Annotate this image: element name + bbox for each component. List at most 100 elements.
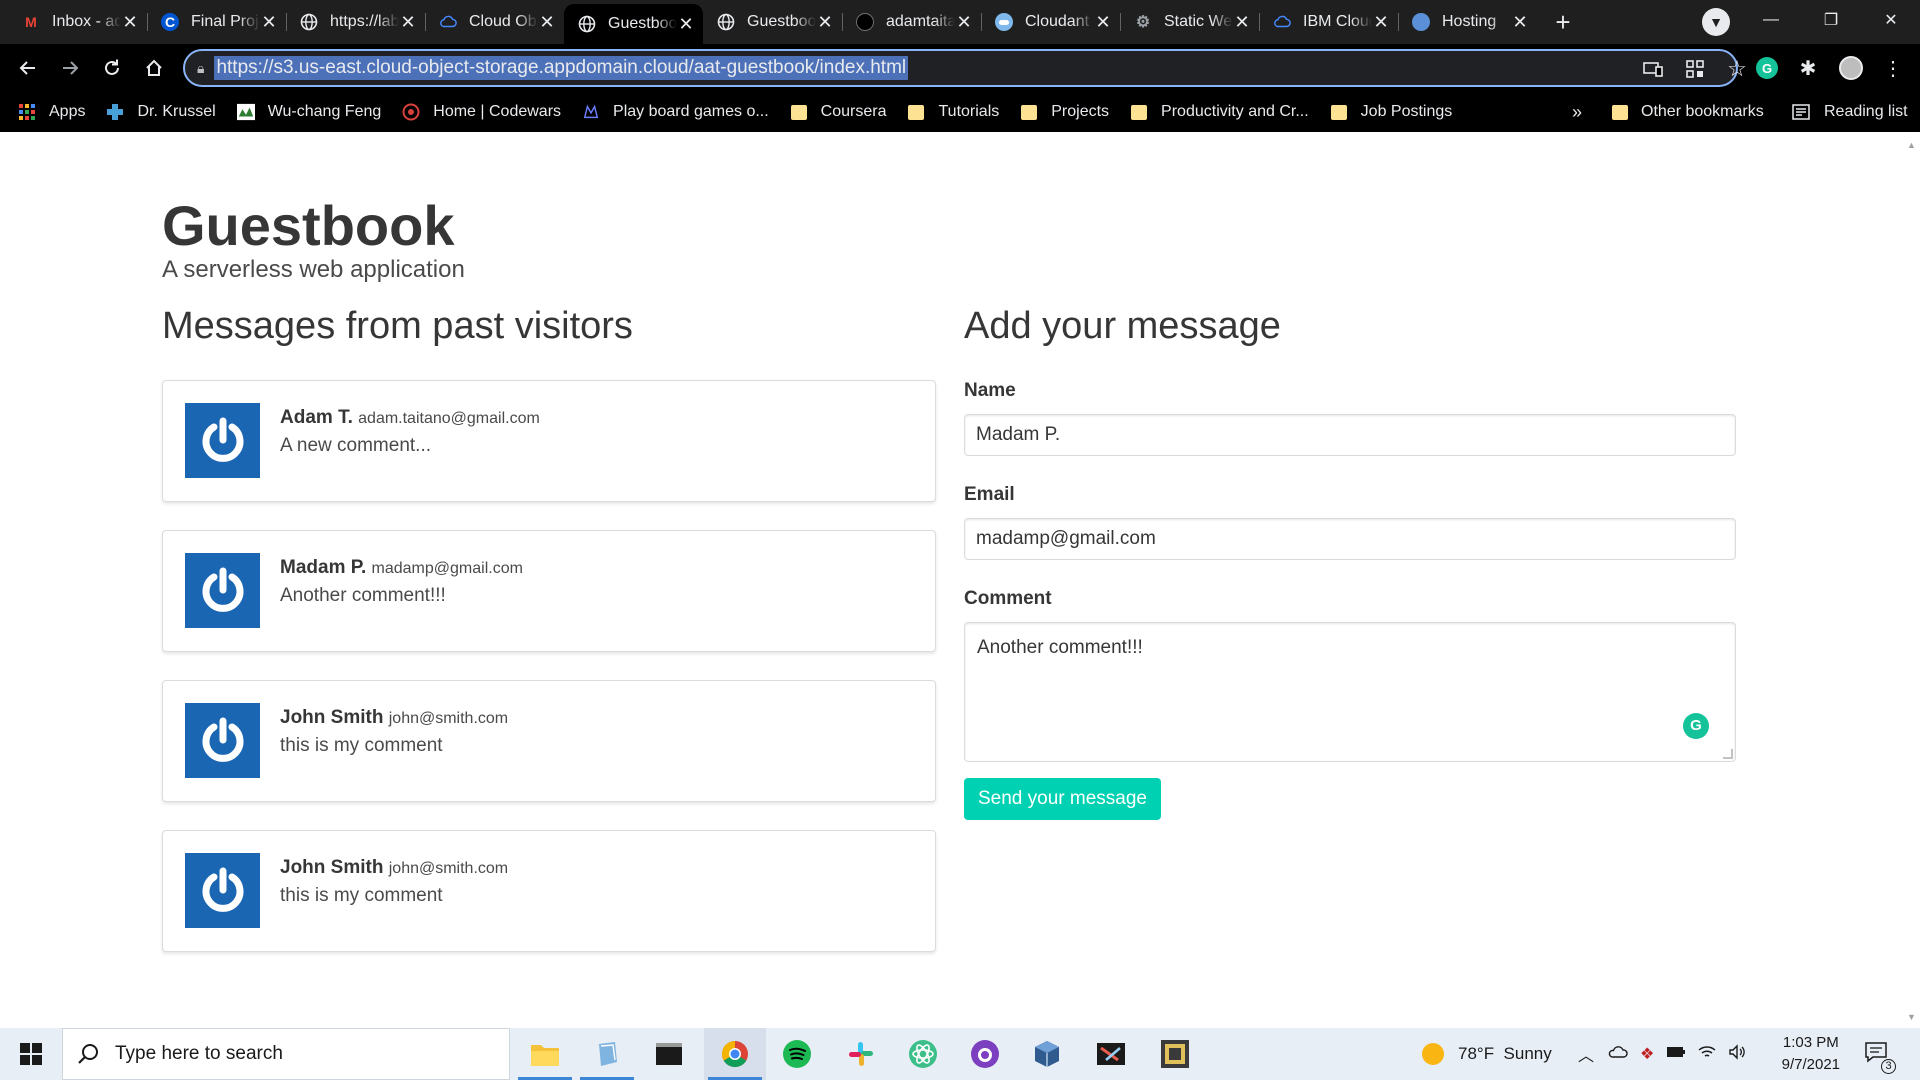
tab-static-website[interactable]: ⚙ Static Website ✕	[1120, 4, 1259, 40]
quartus-app[interactable]	[1144, 1028, 1206, 1080]
bookmark-star-icon[interactable]: ☆	[1717, 51, 1757, 87]
notepad-app[interactable]	[576, 1028, 638, 1080]
grammarly-icon[interactable]: G	[1683, 712, 1709, 739]
bookmark-coursera[interactable]: Coursera	[790, 103, 887, 121]
atom-app[interactable]	[892, 1028, 954, 1080]
bookmark-codewars[interactable]: Home | Codewars	[402, 103, 561, 121]
battery-icon[interactable]	[1666, 1045, 1686, 1063]
close-icon[interactable]: ✕	[260, 12, 278, 33]
send-message-button[interactable]: Send your message	[964, 777, 1161, 820]
tab-github[interactable]: adamtaitano ✕	[842, 4, 981, 40]
bookmark-job-postings[interactable]: Job Postings	[1330, 103, 1452, 121]
tray-chevron-up-icon[interactable]: ︿	[1578, 1042, 1594, 1066]
menu-kebab-icon[interactable]: ⋮	[1880, 55, 1906, 81]
bookmark-wu-chang-feng[interactable]: Wu-chang Feng	[236, 103, 381, 121]
restore-icon[interactable]: ❐	[1802, 0, 1860, 40]
message-text: this is my comment	[280, 735, 443, 757]
git-bash-app[interactable]	[1080, 1028, 1142, 1080]
folder-icon	[1020, 103, 1038, 121]
file-explorer-app[interactable]	[514, 1028, 576, 1080]
reading-list-label: Reading list	[1824, 103, 1908, 120]
extensions-puzzle-icon[interactable]: ✱	[1795, 55, 1821, 81]
tab-ibm-cloud[interactable]: IBM Cloud ✕	[1259, 4, 1398, 40]
close-icon[interactable]: ✕	[399, 12, 417, 33]
weather-widget[interactable]: 78°F Sunny	[1422, 1028, 1552, 1080]
bookmark-tutorials[interactable]: Tutorials	[907, 103, 999, 121]
profile-avatar[interactable]	[1838, 55, 1864, 81]
close-icon[interactable]: ✕	[121, 12, 139, 33]
close-icon[interactable]: ✕	[538, 12, 556, 33]
tab-strip: M Inbox - adam.taitano@gmail.com ✕ C Fin…	[0, 0, 1920, 44]
tab-final-project[interactable]: C Final Project ✕	[147, 4, 286, 40]
lock-icon[interactable]: 🔒︎	[197, 60, 204, 77]
tab-guestbook-active[interactable]: Guestbook ✕	[564, 4, 703, 44]
grammarly-extension-icon[interactable]: G	[1754, 55, 1780, 81]
new-tab-button[interactable]: +	[1545, 4, 1581, 40]
address-bar[interactable]: 🔒︎ https://s3.us-east.cloud-object-stora…	[183, 49, 1747, 87]
window-close-icon[interactable]: ✕	[1862, 0, 1920, 40]
tab-gmail[interactable]: M Inbox - adam.taitano@gmail.com ✕	[8, 4, 147, 40]
bookmark-label: Coursera	[820, 103, 887, 120]
scroll-down-icon[interactable]: ▼	[1907, 1012, 1916, 1022]
comment-text[interactable]: Another comment!!!	[977, 637, 1143, 658]
tab-cloudant[interactable]: Cloudant ✕	[981, 4, 1120, 40]
browser-toolbar: 🔒︎ https://s3.us-east.cloud-object-stora…	[0, 44, 1920, 92]
cast-icon[interactable]	[1633, 51, 1673, 87]
dropbox-icon[interactable]: ❖	[1640, 1044, 1654, 1064]
url-text[interactable]: https://s3.us-east.cloud-object-storage.…	[214, 56, 909, 80]
chrome-app[interactable]	[704, 1028, 766, 1080]
close-icon[interactable]: ✕	[955, 12, 973, 33]
bookmarks-overflow-button[interactable]: »	[1572, 92, 1582, 132]
close-icon[interactable]: ✕	[677, 14, 695, 35]
taskbar-search-box[interactable]: Type here to search	[62, 1028, 510, 1080]
onedrive-icon[interactable]	[1608, 1045, 1628, 1064]
comment-textarea[interactable]: Another comment!!! G	[964, 621, 1736, 762]
home-button[interactable]	[134, 48, 174, 88]
wu-chang-icon	[236, 103, 255, 121]
tab-labs[interactable]: https://labs ✕	[286, 4, 425, 40]
tab-search-icon[interactable]: ▼	[1702, 8, 1730, 36]
close-icon[interactable]: ✕	[1511, 12, 1529, 33]
scroll-up-icon[interactable]: ▲	[1907, 140, 1916, 150]
wifi-icon[interactable]	[1698, 1045, 1716, 1064]
page-subtitle: A serverless web application	[162, 256, 465, 283]
other-bookmarks[interactable]: Other bookmarks	[1612, 92, 1764, 132]
bookmark-projects[interactable]: Projects	[1020, 103, 1109, 121]
page-scrollbar[interactable]: ▲ ▼	[1902, 132, 1920, 1028]
bookmark-dr-krussel[interactable]: Dr. Krussel	[106, 103, 216, 121]
name-input[interactable]	[964, 413, 1736, 456]
gmail-icon: M	[25, 14, 37, 30]
virtualbox-app[interactable]	[1016, 1028, 1078, 1080]
slack-app[interactable]	[830, 1028, 892, 1080]
close-icon[interactable]: ✕	[1372, 12, 1390, 33]
tab-cloud-object-storage[interactable]: Cloud Object Storage ✕	[425, 4, 564, 40]
taskbar-clock[interactable]: 1:03 PM 9/7/2021	[1782, 1032, 1840, 1076]
close-icon[interactable]: ✕	[1094, 12, 1112, 33]
forward-button[interactable]	[50, 48, 90, 88]
tab-guestbook[interactable]: Guestbook ✕	[703, 4, 842, 40]
start-button[interactable]	[0, 1028, 62, 1080]
bookmark-apps[interactable]: Apps	[18, 103, 85, 121]
minimize-icon[interactable]: —	[1742, 0, 1800, 40]
github-desktop-app[interactable]	[954, 1028, 1016, 1080]
reading-list-icon	[1792, 104, 1810, 120]
terminal-app[interactable]	[638, 1028, 700, 1080]
tab-hosting[interactable]: Hosting ✕	[1398, 4, 1537, 40]
page-title: Guestbook	[162, 194, 455, 257]
email-input[interactable]	[964, 517, 1736, 560]
reload-button[interactable]	[92, 48, 132, 88]
volume-icon[interactable]	[1728, 1043, 1746, 1065]
spotify-app[interactable]	[766, 1028, 828, 1080]
globe-icon	[300, 13, 318, 31]
notification-center[interactable]: 3	[1864, 1028, 1896, 1080]
resize-handle[interactable]	[1723, 748, 1733, 759]
back-button[interactable]	[8, 48, 48, 88]
author-email: madamp@gmail.com	[371, 559, 523, 577]
home-icon	[146, 59, 162, 76]
close-icon[interactable]: ✕	[816, 12, 834, 33]
bookmark-productivity[interactable]: Productivity and Cr...	[1130, 103, 1309, 121]
close-icon[interactable]: ✕	[1233, 12, 1251, 33]
bookmark-board-games[interactable]: Play board games o...	[582, 103, 769, 121]
reading-list[interactable]: Reading list	[1792, 92, 1908, 132]
qr-code-icon[interactable]	[1675, 51, 1715, 87]
